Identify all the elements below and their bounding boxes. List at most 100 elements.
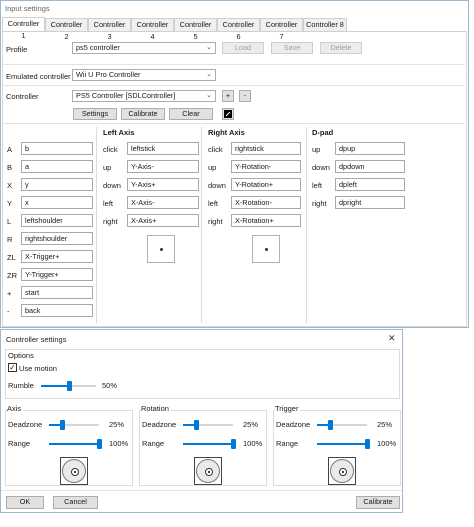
axis-range-slider-fill xyxy=(49,443,99,445)
use-motion-label: Use motion xyxy=(19,364,57,373)
tab-controller-2[interactable]: Controller 2 xyxy=(45,18,88,41)
button-mapping-field[interactable]: back xyxy=(21,304,93,317)
options-group xyxy=(5,349,400,399)
right-axis-mapping-field[interactable]: Y-Rotation+ xyxy=(231,178,301,191)
tab-controller-5[interactable]: Controller 5 xyxy=(174,18,217,41)
right-axis-direction-label: right xyxy=(208,217,223,226)
ok-button[interactable]: OK xyxy=(6,496,44,509)
left-axis-direction-label: click xyxy=(103,145,118,154)
right-axis-mapping-field[interactable]: Y-Rotation- xyxy=(231,160,301,173)
dpad-mapping-field[interactable]: dpleft xyxy=(335,178,405,191)
button-mapping-field[interactable]: X-Trigger+ xyxy=(21,250,93,263)
button-mapping-field[interactable]: Y-Trigger+ xyxy=(21,268,93,281)
emulated-controller-label: Emulated controller xyxy=(6,72,71,81)
emulated-controller-combo[interactable]: Wii U Pro Controller ⌄ xyxy=(72,69,216,81)
window-title: Controller settings xyxy=(6,335,67,344)
dpad-direction-label: left xyxy=(312,181,323,190)
range-ring xyxy=(330,459,354,483)
button-key-label: X xyxy=(7,181,13,190)
left-axis-direction-label: up xyxy=(103,163,112,172)
profile-combo[interactable]: ps5 controller ⌄ xyxy=(72,42,216,54)
use-motion-checkbox[interactable]: ✓ xyxy=(8,363,17,372)
right-axis-direction-label: left xyxy=(208,199,219,208)
dpad-direction-label: right xyxy=(312,199,327,208)
right-axis-mapping-field[interactable]: rightstick xyxy=(231,142,301,155)
left-axis-mapping-field[interactable]: X-Axis+ xyxy=(127,214,199,227)
controller-value: PS5 Controller [SDLController] xyxy=(76,91,176,100)
dpad-mapping-field[interactable]: dpup xyxy=(335,142,405,155)
right-axis-direction-label: up xyxy=(208,163,217,172)
dpad-mapping-field[interactable]: dpright xyxy=(335,196,405,209)
tab-controller-1[interactable]: Controller 1 xyxy=(2,17,45,40)
right-stick-preview xyxy=(252,235,280,263)
add-controller-button[interactable]: + xyxy=(222,90,234,102)
button-mapping-field[interactable]: rightshoulder xyxy=(21,232,93,245)
rotation-deadzone-slider-thumb[interactable] xyxy=(193,420,199,430)
button-key-label: Y xyxy=(7,199,13,208)
axis-range-slider-thumb[interactable] xyxy=(97,439,102,449)
tab-controller-6[interactable]: Controller 6 xyxy=(217,18,260,41)
dpad-title: D-pad xyxy=(312,128,334,137)
dpad-direction-label: down xyxy=(312,163,330,172)
controller-image-button[interactable] xyxy=(222,108,234,120)
profile-label: Profile xyxy=(6,45,28,54)
button-mapping-field[interactable]: a xyxy=(21,160,93,173)
delete-button[interactable]: Delete xyxy=(320,42,362,54)
rotation-range-label: Range xyxy=(142,439,165,448)
load-button[interactable]: Load xyxy=(222,42,264,54)
position-marker xyxy=(339,468,347,476)
trigger-deadzone-slider-thumb[interactable] xyxy=(327,420,333,430)
chevron-down-icon: ⌄ xyxy=(206,44,212,51)
rumble-slider-thumb[interactable] xyxy=(66,381,72,391)
position-marker xyxy=(71,468,79,476)
left-axis-mapping-field[interactable]: X-Axis- xyxy=(127,196,199,209)
trigger-input-preview xyxy=(328,457,356,485)
stick-position-dot xyxy=(265,248,268,251)
left-axis-mapping-field[interactable]: Y-Axis- xyxy=(127,160,199,173)
button-mapping-field[interactable]: b xyxy=(21,142,93,155)
axis-input-preview xyxy=(60,457,88,485)
tab-controller-4[interactable]: Controller 4 xyxy=(131,18,174,41)
left-axis-mapping-field[interactable]: leftstick xyxy=(127,142,199,155)
button-key-label: B xyxy=(7,163,13,172)
dpad-mapping-field[interactable]: dpdown xyxy=(335,160,405,173)
rotation-title: Rotation xyxy=(141,404,171,413)
button-key-label: A xyxy=(7,145,13,154)
button-key-label: ZR xyxy=(7,271,17,280)
button-mapping-field[interactable]: start xyxy=(21,286,93,299)
button-mapping-field[interactable]: leftshoulder xyxy=(21,214,93,227)
controller-combo[interactable]: PS5 Controller [SDLController] ⌄ xyxy=(72,90,216,102)
button-key-label: L xyxy=(7,217,12,226)
close-icon[interactable]: ✕ xyxy=(388,333,396,344)
remove-controller-button[interactable]: - xyxy=(239,90,251,102)
cancel-button[interactable]: Cancel xyxy=(53,496,98,509)
rotation-range-value: 100% xyxy=(243,439,263,448)
trigger-range-slider-thumb[interactable] xyxy=(365,439,370,449)
right-axis-mapping-field[interactable]: X-Rotation- xyxy=(231,196,301,209)
clear-button[interactable]: Clear xyxy=(169,108,213,120)
input-settings-window: Input settings Controller 1 Controller 2… xyxy=(0,0,469,328)
right-axis-direction-label: click xyxy=(208,145,223,154)
button-mapping-field[interactable]: y xyxy=(21,178,93,191)
left-axis-direction-label: down xyxy=(103,181,121,190)
controller-settings-window: Controller settings ✕ Options ✓ Use moti… xyxy=(0,329,403,513)
tab-controller-3[interactable]: Controller 3 xyxy=(88,18,131,41)
button-mapping-field[interactable]: x xyxy=(21,196,93,209)
divider xyxy=(3,85,465,86)
axis-deadzone-value: 25% xyxy=(109,420,125,429)
profile-value: ps5 controller xyxy=(76,43,120,52)
calibrate-button[interactable]: Calibrate xyxy=(121,108,165,120)
left-axis-mapping-field[interactable]: Y-Axis+ xyxy=(127,178,199,191)
axis-deadzone-slider-thumb[interactable] xyxy=(59,420,65,430)
trigger-range-label: Range xyxy=(276,439,299,448)
settings-button[interactable]: Settings xyxy=(73,108,117,120)
right-axis-mapping-field[interactable]: X-Rotation+ xyxy=(231,214,301,227)
axis-deadzone-label: Deadzone xyxy=(8,420,43,429)
tab-controller-8[interactable]: Controller 8 xyxy=(303,18,347,31)
stick-position-dot xyxy=(160,248,163,251)
rotation-range-slider-thumb[interactable] xyxy=(231,439,236,449)
calibrate-button[interactable]: Calibrate xyxy=(356,496,400,509)
tab-controller-7[interactable]: Controller 7 xyxy=(260,18,303,41)
save-button[interactable]: Save xyxy=(271,42,313,54)
rotation-range-slider-fill xyxy=(183,443,233,445)
